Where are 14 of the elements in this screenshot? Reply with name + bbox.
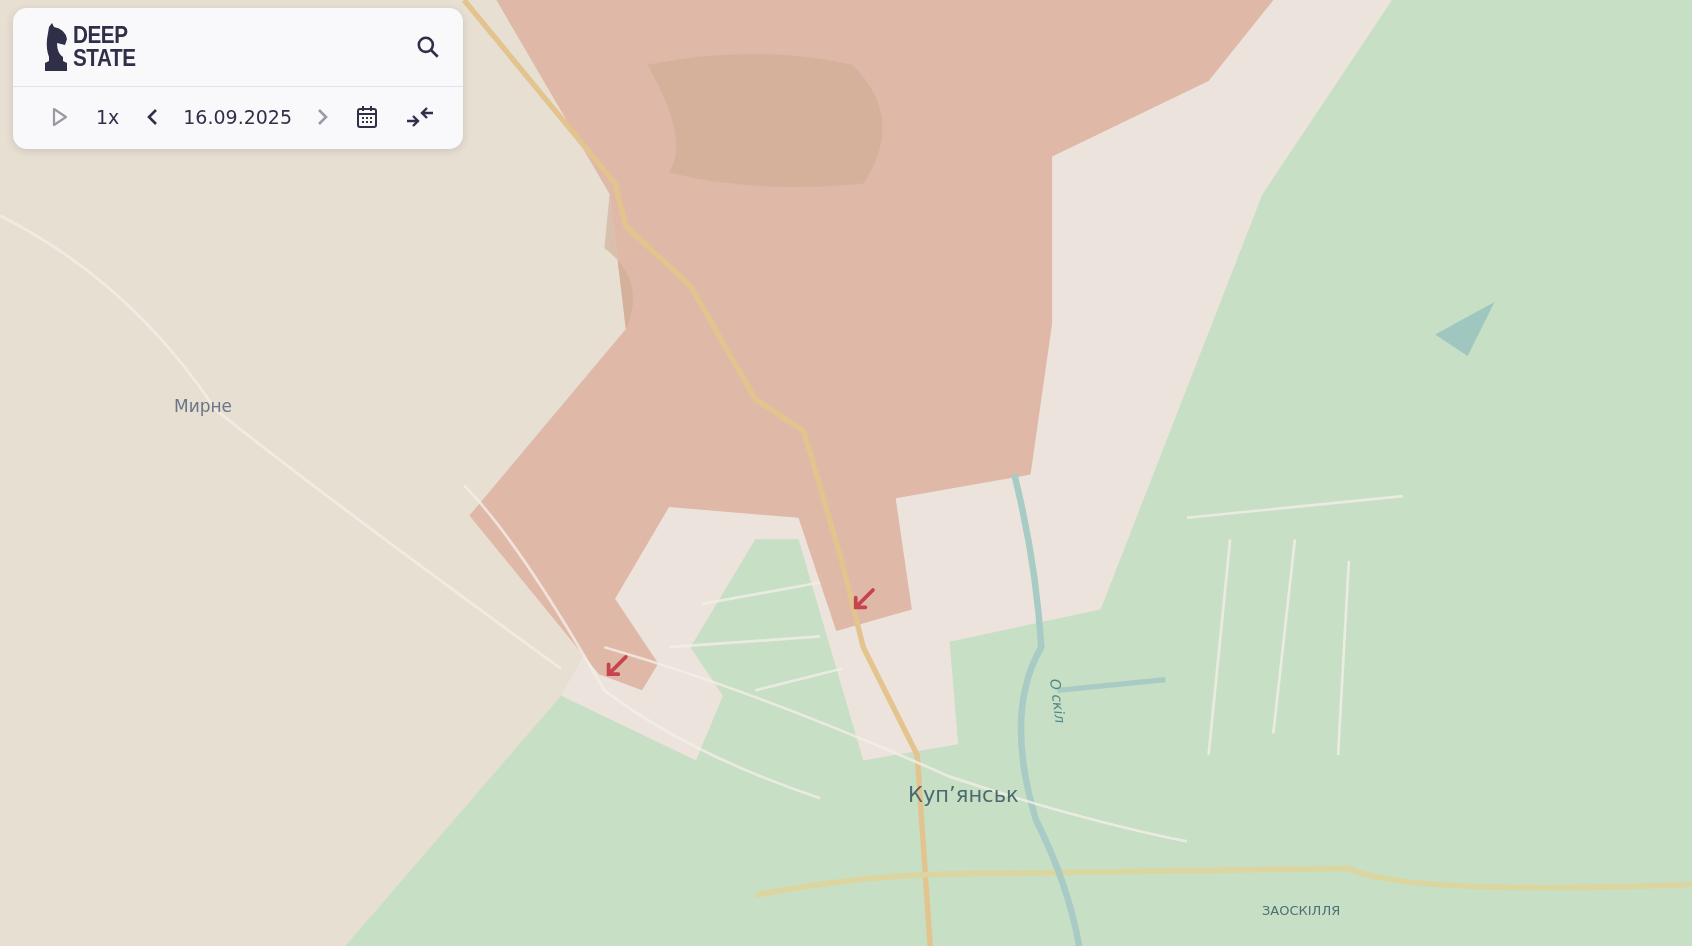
logo-text: DEEP [73, 24, 129, 47]
date-text: 16.09.2025 [183, 106, 293, 128]
play-icon [51, 107, 69, 127]
map-label: О скіл [1047, 678, 1069, 725]
map-label: Мирне [174, 396, 233, 416]
arrow-icon [606, 655, 628, 677]
lake [1435, 302, 1495, 356]
speed-button[interactable]: 1x [91, 104, 124, 130]
map-label: ЗАОСКІЛЛЯ [1262, 903, 1341, 918]
map-label: Куп’янськ [908, 783, 1019, 807]
arrow-icon [853, 588, 875, 610]
chevron-right-icon [315, 107, 329, 127]
logo-text: STATE [73, 47, 136, 70]
knight-logo-icon [43, 23, 69, 71]
